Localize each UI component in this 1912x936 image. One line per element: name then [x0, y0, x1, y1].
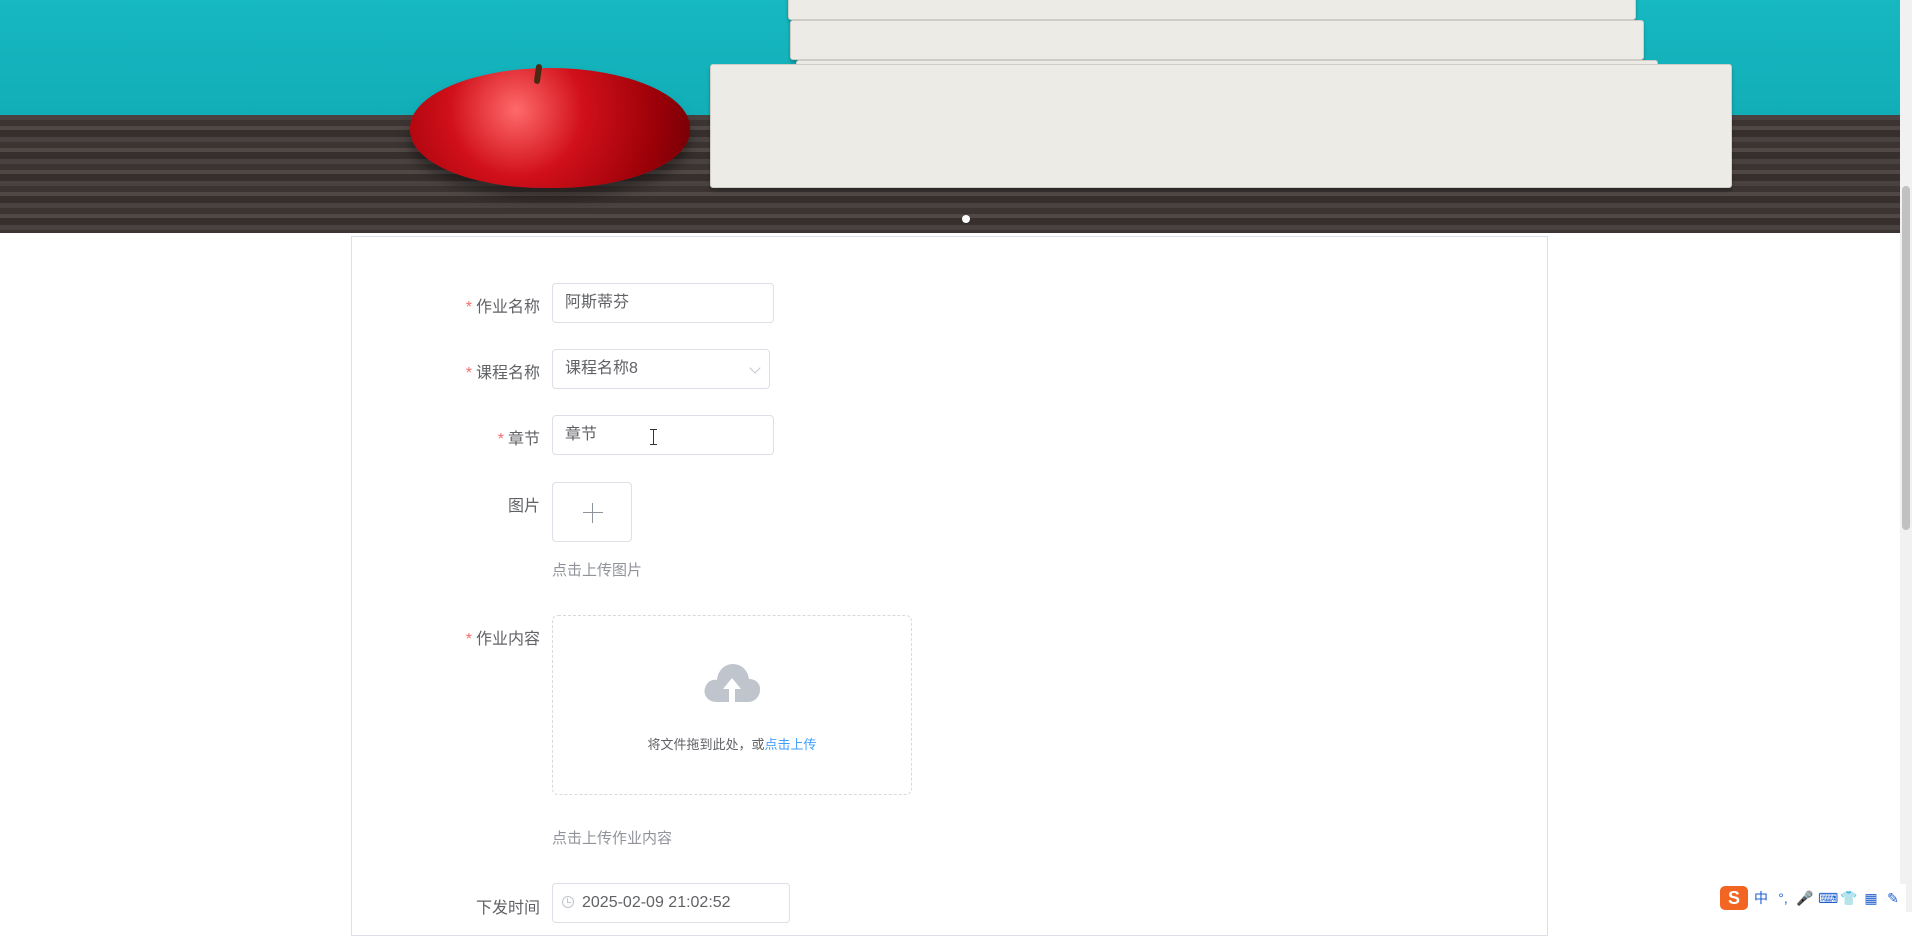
upload-cloud-icon	[704, 664, 761, 702]
banner-book	[788, 0, 1636, 20]
scrollbar-thumb[interactable]	[1902, 186, 1910, 530]
dragger-text: 将文件拖到此处，或点击上传	[647, 737, 817, 752]
banner-apple	[410, 68, 690, 188]
punctuation-icon[interactable]: °,	[1774, 889, 1792, 907]
keyboard-icon[interactable]: ⌨	[1818, 889, 1838, 907]
publish-time-picker[interactable]: 2025-02-09 21:02:52	[552, 883, 790, 923]
text-cursor-icon	[650, 429, 657, 445]
homework-name-label: * 作业名称	[465, 299, 540, 316]
chevron-down-icon	[749, 362, 761, 374]
content-upload-dragger[interactable]: 将文件拖到此处，或点击上传	[552, 615, 912, 795]
page-scrollbar[interactable]	[1900, 0, 1912, 912]
homework-name-input[interactable]: 阿斯蒂芬	[552, 283, 774, 323]
image-upload-button[interactable]	[552, 482, 632, 542]
banner-book	[790, 20, 1644, 60]
ime-toolbar: S 中 °, 🎤 ⌨ 👕 ▦ ✎	[1716, 884, 1906, 912]
tools-icon[interactable]: ✎	[1884, 889, 1902, 907]
banner-book	[710, 64, 1732, 188]
course-name-select[interactable]: 课程名称8	[552, 349, 770, 389]
banner-carousel	[0, 0, 1900, 233]
ime-mode-toggle[interactable]: 中	[1752, 889, 1770, 907]
clock-icon	[562, 896, 574, 908]
image-label: 图片	[507, 498, 540, 515]
chapter-input[interactable]: 章节	[552, 415, 774, 455]
apps-grid-icon[interactable]: ▦	[1862, 889, 1880, 907]
image-upload-tip: 点击上传图片	[552, 562, 643, 579]
course-name-label: * 课程名称	[465, 365, 540, 382]
content-label: * 作业内容	[465, 631, 540, 648]
microphone-icon[interactable]: 🎤	[1796, 889, 1814, 907]
click-upload-link[interactable]: 点击上传	[765, 737, 817, 752]
skin-icon[interactable]: 👕	[1840, 889, 1858, 907]
homework-form: * 作业名称 阿斯蒂芬 * 课程名称 课程名称8 * 章节 章节 图片 点击上传图片 …	[351, 236, 1548, 936]
content-upload-tip: 点击上传作业内容	[552, 830, 673, 847]
carousel-indicator[interactable]	[962, 215, 970, 223]
chapter-label: * 章节	[497, 431, 540, 448]
plus-icon	[583, 512, 603, 513]
sogou-logo-icon[interactable]: S	[1720, 886, 1748, 910]
publish-time-label: 下发时间	[475, 900, 540, 917]
